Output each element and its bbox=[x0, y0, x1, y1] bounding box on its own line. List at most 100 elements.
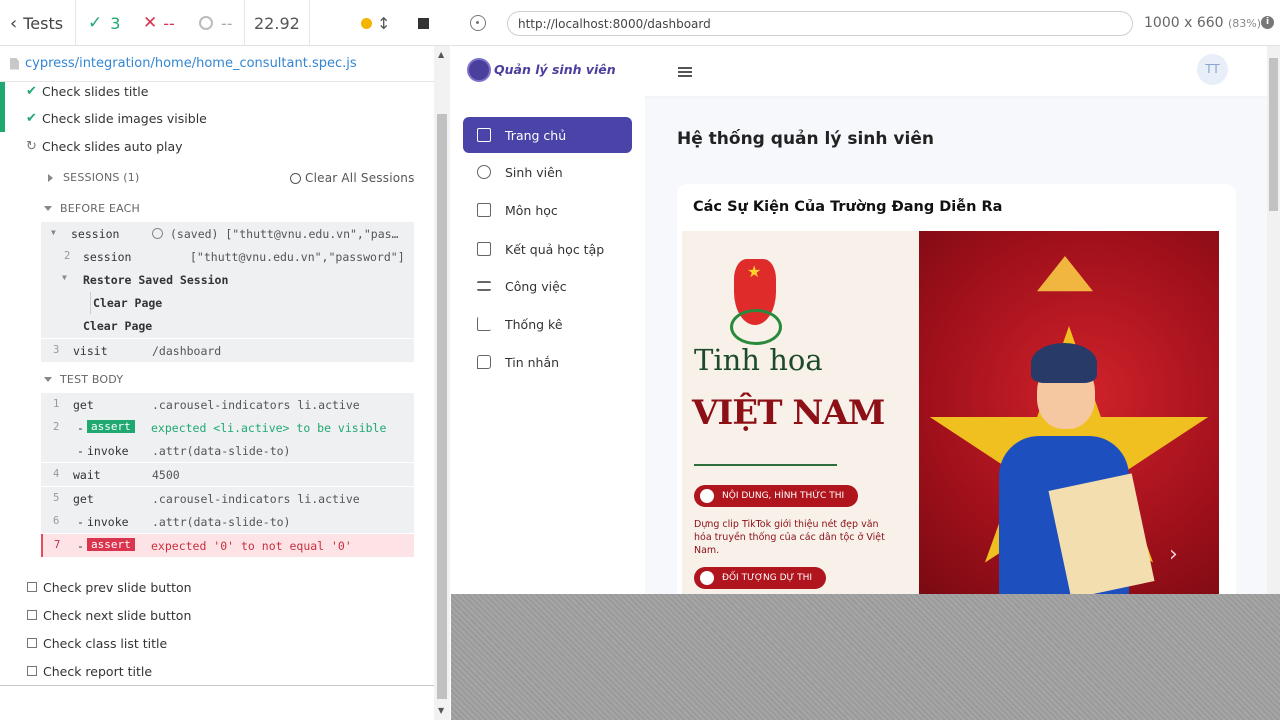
sessions-toggle[interactable]: SESSIONS (1) bbox=[48, 171, 140, 184]
pending-count[interactable]: -- bbox=[199, 0, 233, 46]
before-each-toggle[interactable]: BEFORE EACH bbox=[44, 202, 140, 215]
test-item[interactable]: Check prev slide button bbox=[0, 573, 434, 601]
sidebar-item-messages[interactable]: Tin nhắn bbox=[463, 344, 632, 380]
logo-icon bbox=[467, 58, 491, 82]
command-group[interactable]: 5 get .carousel-indicators li.active 6 -… bbox=[41, 487, 414, 533]
x-icon: ✕ bbox=[143, 13, 158, 33]
command-message: .attr(data-slide-to) bbox=[152, 444, 291, 458]
url-bar[interactable]: http://localhost:8000/dashboard bbox=[507, 11, 1133, 36]
caret-right-icon bbox=[48, 173, 53, 182]
aut-scroll-thumb[interactable] bbox=[1269, 58, 1278, 211]
document-icon bbox=[700, 489, 714, 503]
card-title: Các Sự Kiện Của Trường Đang Diễn Ra bbox=[693, 199, 1003, 215]
before-each-label: BEFORE EACH bbox=[60, 202, 141, 215]
slide-divider bbox=[694, 464, 837, 466]
carousel-next-icon[interactable]: › bbox=[1169, 542, 1178, 567]
clear-all-sessions-button[interactable]: Clear All Sessions bbox=[290, 171, 415, 185]
stop-button[interactable] bbox=[418, 0, 429, 46]
command-name: session bbox=[71, 227, 120, 241]
caret-down-icon bbox=[44, 206, 52, 211]
slide-title-line1: Tinh hoa bbox=[694, 343, 823, 377]
slide-pill-content: NỘI DUNG, HÌNH THỨC THI bbox=[694, 485, 859, 507]
test-body-toggle[interactable]: TEST BODY bbox=[44, 373, 123, 386]
reporter-scroll-thumb[interactable] bbox=[437, 114, 447, 699]
carousel-slide[interactable]: Tinh hoa VIỆT NAM NỘI DUNG, HÌNH THỨC TH… bbox=[682, 231, 1219, 594]
assert-badge: assert bbox=[87, 420, 135, 433]
sidebar-item-subjects[interactable]: Môn học bbox=[463, 192, 632, 228]
menu-icon[interactable] bbox=[678, 67, 692, 77]
session-command-group[interactable]: ▼ session (saved) ["thutt@vnu.edu.vn","p… bbox=[41, 222, 414, 338]
sidebar-item-label: Sinh viên bbox=[505, 164, 563, 180]
dash: - bbox=[77, 515, 84, 529]
student-illustration-hair bbox=[1031, 343, 1097, 383]
sidebar-item-label: Thống kê bbox=[505, 316, 563, 332]
slide-description: Dựng clip TikTok giới thiệu nét đẹp văn … bbox=[694, 519, 885, 556]
scroll-down-icon[interactable]: ▼ bbox=[438, 706, 444, 715]
info-icon[interactable]: i bbox=[1261, 16, 1274, 29]
sidebar-item-label: Trang chủ bbox=[505, 127, 567, 143]
command-message: .carousel-indicators li.active bbox=[152, 492, 360, 506]
sidebar-item-students[interactable]: Sinh viên bbox=[463, 154, 632, 190]
test-body-label: TEST BODY bbox=[60, 373, 124, 386]
page-title: Hệ thống quản lý sinh viên bbox=[677, 129, 934, 149]
command-message: ["thutt@vnu.edu.vn","password"] bbox=[190, 250, 405, 264]
logo-text[interactable]: Quản lý sinh viên bbox=[494, 62, 616, 77]
failed-count[interactable]: ✕ -- bbox=[143, 0, 175, 46]
slide-poster-right bbox=[919, 231, 1219, 594]
test-title: Check slides title bbox=[42, 83, 149, 99]
caret-down-icon: ▼ bbox=[51, 228, 56, 237]
test-title: Check slide images visible bbox=[42, 110, 207, 126]
test-title: Check slides auto play bbox=[42, 138, 183, 154]
command-message: .attr(data-slide-to) bbox=[152, 515, 291, 529]
sidebar-item-results[interactable]: Kết quả học tập bbox=[463, 231, 632, 267]
back-label: Tests bbox=[23, 13, 64, 33]
command-row[interactable]: 4 wait 4500 bbox=[41, 463, 414, 486]
scroll-up-icon[interactable]: ▲ bbox=[438, 50, 444, 59]
viewport-size: 1000 x 660 (83%) bbox=[1144, 15, 1261, 31]
test-item[interactable]: ✔ Check slide images visible bbox=[0, 104, 434, 132]
passed-count[interactable]: ✓ 3 bbox=[88, 0, 120, 46]
command-number: 5 bbox=[53, 492, 60, 504]
check-icon: ✔ bbox=[26, 110, 37, 126]
test-title: Check next slide button bbox=[43, 607, 192, 623]
command-group[interactable]: 1 get .carousel-indicators li.active 2 -… bbox=[41, 393, 414, 462]
test-item[interactable]: Check class list title bbox=[0, 629, 434, 657]
dash: - bbox=[77, 444, 84, 458]
clear-sessions-label: Clear All Sessions bbox=[305, 171, 415, 185]
command-row[interactable]: 3 visit /dashboard bbox=[41, 339, 414, 362]
viewport-dimensions: 1000 x 660 bbox=[1144, 15, 1224, 31]
chevron-left-icon: ‹ bbox=[10, 12, 18, 34]
test-title: Check class list title bbox=[43, 635, 168, 651]
failed-command-row[interactable]: 7 - assert expected '0' to not equal '0' bbox=[41, 534, 414, 557]
spec-file-bar[interactable]: cypress/integration/home/home_consultant… bbox=[0, 46, 434, 82]
test-item[interactable]: Check report title bbox=[0, 657, 434, 685]
selector-playground-icon[interactable] bbox=[470, 15, 486, 31]
sidebar-item-home[interactable]: Trang chủ bbox=[463, 117, 632, 153]
ban-icon bbox=[290, 172, 301, 184]
command-name: get bbox=[73, 492, 94, 506]
book-icon bbox=[477, 203, 491, 217]
test-item[interactable]: Check next slide button bbox=[0, 601, 434, 629]
test-item[interactable]: ✔ Check slides title bbox=[0, 82, 434, 105]
nested-indicator bbox=[90, 292, 91, 314]
test-item-running[interactable]: ↻ Check slides auto play bbox=[0, 132, 434, 160]
command-number: 6 bbox=[53, 515, 60, 527]
spec-path[interactable]: cypress/integration/home/home_consultant… bbox=[25, 56, 357, 71]
refresh-icon: ↻ bbox=[26, 138, 37, 154]
user-icon bbox=[477, 165, 491, 179]
sidebar-item-statistics[interactable]: Thống kê bbox=[463, 306, 632, 342]
status-dot-icon bbox=[361, 17, 372, 29]
sidebar-item-tasks[interactable]: Công việc bbox=[463, 268, 632, 304]
sessions-label: SESSIONS (1) bbox=[63, 171, 140, 184]
avatar[interactable]: TT bbox=[1197, 54, 1228, 85]
back-to-tests-button[interactable]: ‹ Tests bbox=[10, 0, 63, 46]
bookmark-icon bbox=[477, 242, 491, 256]
check-icon: ✓ bbox=[88, 13, 103, 33]
command-number: 4 bbox=[53, 468, 60, 480]
command-name: visit bbox=[73, 344, 108, 358]
caret-down-icon bbox=[44, 377, 52, 382]
pending-count-value: -- bbox=[221, 13, 233, 33]
home-icon bbox=[477, 128, 491, 142]
divider bbox=[0, 685, 434, 686]
auto-scroll-toggle[interactable]: ↕ bbox=[361, 0, 390, 46]
